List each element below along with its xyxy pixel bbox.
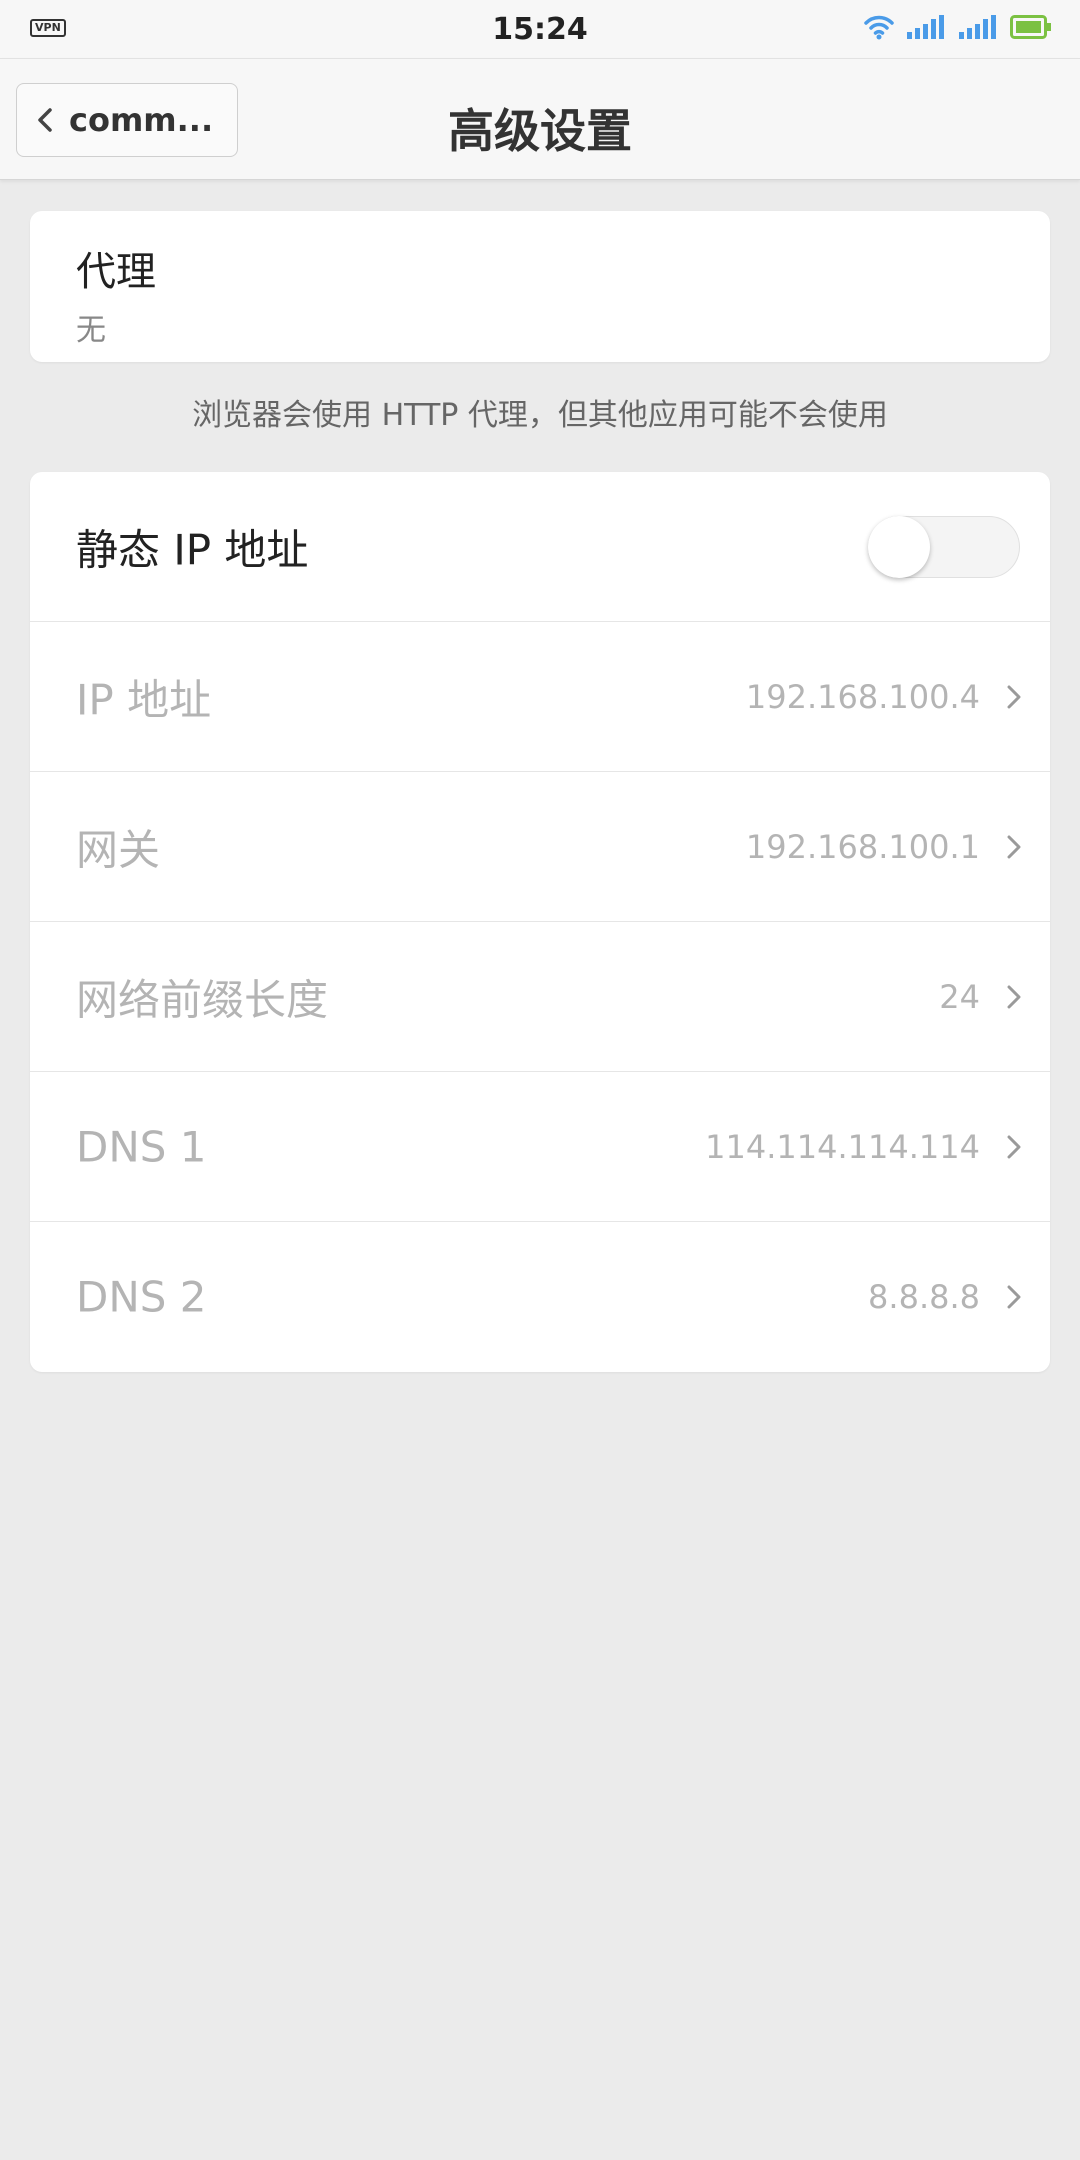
- proxy-note: 浏览器会使用 HTTP 代理，但其他应用可能不会使用: [192, 398, 888, 433]
- signal-2-icon: [958, 14, 998, 40]
- header: comm... 高级设置: [0, 58, 1080, 180]
- static-ip-toggle[interactable]: [868, 516, 1020, 578]
- proxy-value: 无: [76, 313, 106, 348]
- screen: VPN 15:24 comm... 高级设置 代理 无 浏览器会使用 HTTP …: [0, 0, 1080, 2160]
- chevron-right-icon: [1007, 835, 1021, 858]
- signal-1-icon: [906, 14, 946, 40]
- chevron-right-icon: [1007, 985, 1021, 1008]
- status-bar: VPN 15:24: [0, 0, 1080, 58]
- dns2-label: DNS 2: [76, 1272, 207, 1322]
- ip-address-value: 192.168.100.4: [745, 677, 980, 716]
- proxy-label: 代理: [76, 249, 156, 295]
- gateway-label: 网关: [76, 825, 161, 874]
- proxy-setting[interactable]: 代理 无: [30, 211, 1050, 362]
- chevron-right-icon: [1007, 685, 1021, 708]
- dns2-value: 8.8.8.8: [868, 1278, 980, 1316]
- dns2-row[interactable]: DNS 2 8.8.8.8: [30, 1222, 1050, 1372]
- chevron-right-icon: [1007, 1135, 1021, 1158]
- dns1-label: DNS 1: [76, 1122, 207, 1171]
- prefix-length-row[interactable]: 网络前缀长度 24: [30, 922, 1050, 1072]
- static-ip-label: 静态 IP 地址: [76, 525, 309, 574]
- page-title: 高级设置: [448, 104, 632, 158]
- wifi-icon: [864, 14, 894, 40]
- prefix-length-value: 24: [939, 977, 980, 1016]
- gateway-row[interactable]: 网关 192.168.100.1: [30, 772, 1050, 922]
- ip-address-label: IP 地址: [76, 675, 212, 724]
- toggle-knob: [868, 516, 930, 578]
- chevron-right-icon: [1007, 1285, 1021, 1309]
- static-ip-card: 静态 IP 地址 IP 地址 192.168.100.4 网关 192.168.…: [30, 472, 1050, 1372]
- dns1-value: 114.114.114.114: [705, 1127, 980, 1166]
- dns1-row[interactable]: DNS 1 114.114.114.114: [30, 1072, 1050, 1222]
- vpn-icon: VPN: [30, 19, 66, 37]
- status-icons: [864, 14, 1052, 40]
- gateway-value: 192.168.100.1: [745, 827, 980, 866]
- static-ip-row[interactable]: 静态 IP 地址: [30, 472, 1050, 622]
- status-time: 15:24: [492, 11, 588, 47]
- prefix-length-label: 网络前缀长度: [76, 975, 329, 1024]
- ip-address-row[interactable]: IP 地址 192.168.100.4: [30, 622, 1050, 772]
- battery-icon: [1010, 15, 1052, 39]
